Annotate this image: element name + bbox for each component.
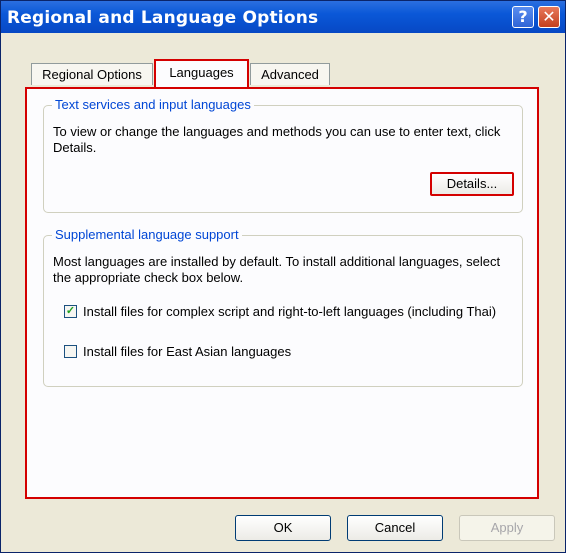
help-icon: ?: [518, 7, 528, 26]
title-bar[interactable]: Regional and Language Options ? ✕: [1, 1, 565, 33]
complex-script-checkbox[interactable]: ✓: [64, 305, 77, 318]
tab-regional-options[interactable]: Regional Options: [31, 63, 153, 85]
text-services-group: Text services and input languages To vie…: [43, 97, 523, 213]
dialog-window: Regional and Language Options ? ✕ Region…: [0, 0, 566, 553]
ok-button[interactable]: OK: [235, 515, 331, 541]
supplemental-legend: Supplemental language support: [52, 227, 242, 242]
tab-advanced[interactable]: Advanced: [250, 63, 330, 85]
text-services-legend: Text services and input languages: [52, 97, 254, 112]
supplemental-description: Most languages are installed by default.…: [53, 254, 501, 285]
help-button[interactable]: ?: [512, 6, 534, 28]
supplemental-language-group: Supplemental language support Most langu…: [43, 227, 523, 387]
tab-languages[interactable]: Languages: [154, 59, 249, 87]
complex-script-label[interactable]: Install files for complex script and rig…: [83, 304, 496, 320]
east-asian-label[interactable]: Install files for East Asian languages: [83, 344, 291, 360]
apply-button[interactable]: Apply: [459, 515, 555, 541]
close-button[interactable]: ✕: [538, 6, 560, 28]
tab-panel-languages: Text services and input languages To vie…: [25, 87, 539, 499]
details-button[interactable]: Details...: [430, 172, 514, 196]
close-icon: ✕: [542, 7, 556, 26]
window-title: Regional and Language Options: [7, 8, 319, 28]
cancel-button[interactable]: Cancel: [347, 515, 443, 541]
text-services-description: To view or change the languages and meth…: [53, 124, 501, 155]
east-asian-checkbox[interactable]: [64, 345, 77, 358]
